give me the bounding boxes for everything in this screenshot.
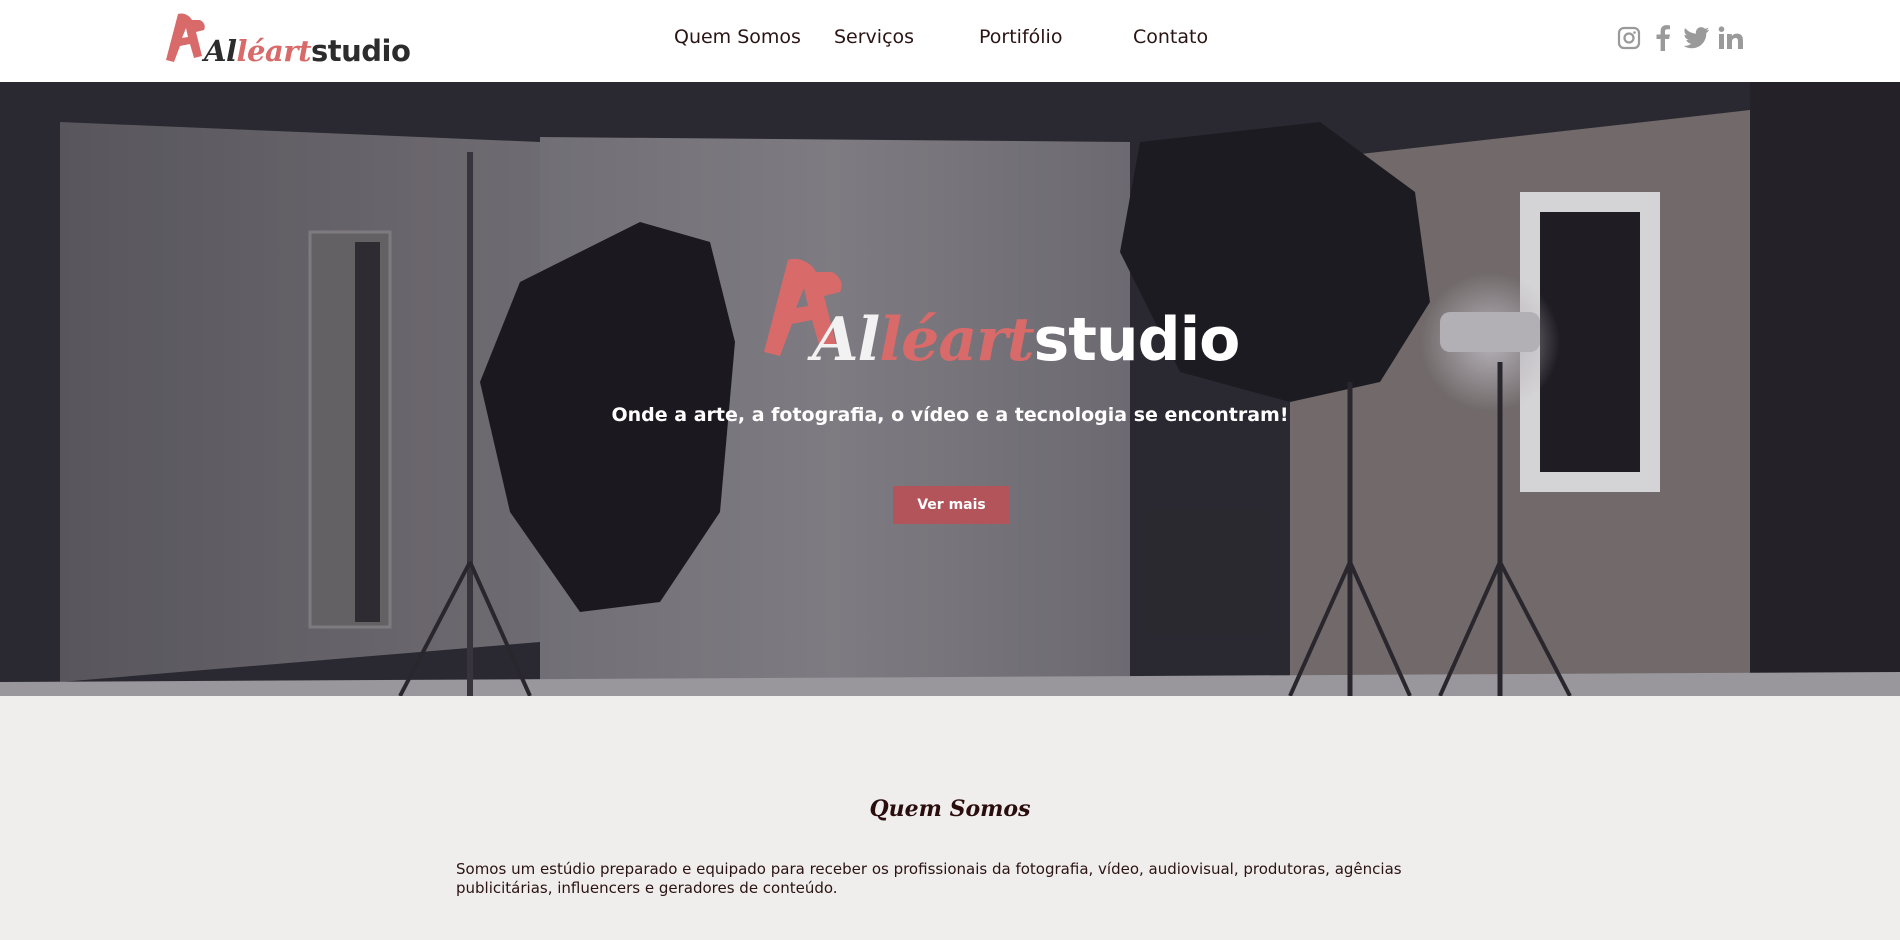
instagram-icon[interactable] xyxy=(1616,24,1642,52)
nav-item-quem-somos[interactable]: Quem Somos xyxy=(674,26,801,48)
site-header: Alléartstudio Quem Somos Serviços Portif… xyxy=(0,0,1900,82)
hero-logo-script-red: léart xyxy=(879,305,1034,375)
main-nav: Quem Somos Serviços Portifólio Contato xyxy=(0,26,1900,56)
hero-logo: Alléartstudio xyxy=(752,250,1240,370)
hero-banner: Alléartstudio Onde a arte, a fotografia,… xyxy=(0,82,1900,696)
about-section-title: Quem Somos xyxy=(869,796,1031,822)
ver-mais-button[interactable]: Ver mais xyxy=(893,486,1010,524)
hero-overlay xyxy=(0,82,1900,696)
facebook-icon[interactable] xyxy=(1650,24,1676,52)
twitter-icon[interactable] xyxy=(1684,24,1710,52)
hero-logo-text: Alléartstudio xyxy=(812,310,1240,370)
nav-item-servicos[interactable]: Serviços xyxy=(834,26,914,48)
hero-logo-word: studio xyxy=(1033,305,1241,375)
social-links xyxy=(1616,24,1744,52)
hero-logo-script-light: Al xyxy=(812,305,880,375)
nav-item-contato[interactable]: Contato xyxy=(1133,26,1208,48)
linkedin-icon[interactable] xyxy=(1718,24,1744,52)
hero-tagline: Onde a arte, a fotografia, o vídeo e a t… xyxy=(611,404,1289,426)
nav-item-portifolio[interactable]: Portifólio xyxy=(979,26,1062,48)
about-paragraph: Somos um estúdio preparado e equipado pa… xyxy=(456,860,1402,897)
